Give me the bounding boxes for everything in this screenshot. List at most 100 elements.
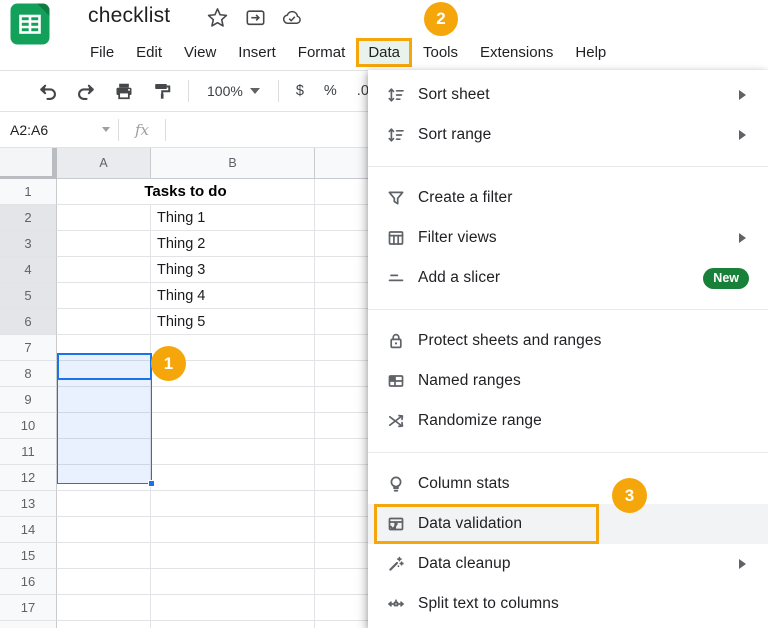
row-header-17[interactable]: 17: [0, 595, 57, 621]
cell[interactable]: [315, 257, 368, 283]
name-box[interactable]: A2:A6: [0, 122, 118, 138]
cell[interactable]: [151, 543, 315, 569]
undo-icon[interactable]: [36, 79, 60, 103]
menu-item-filter-views[interactable]: Filter views: [368, 218, 768, 258]
cell[interactable]: [57, 257, 151, 283]
cell[interactable]: Thing 5: [151, 309, 315, 335]
menu-item-named-ranges[interactable]: Named ranges: [368, 361, 768, 401]
cell[interactable]: Thing 2: [151, 231, 315, 257]
row-header-8[interactable]: 8: [0, 361, 57, 387]
cell[interactable]: [315, 413, 368, 439]
cell[interactable]: [57, 543, 151, 569]
menubar-item-view[interactable]: View: [173, 39, 227, 66]
column-header-A[interactable]: A: [57, 148, 151, 179]
paint-format-icon[interactable]: [150, 79, 174, 103]
cell[interactable]: [315, 231, 368, 257]
cell[interactable]: [57, 491, 151, 517]
cell[interactable]: Thing 4: [151, 283, 315, 309]
cell[interactable]: [151, 413, 315, 439]
cell[interactable]: [151, 387, 315, 413]
redo-icon[interactable]: [74, 79, 98, 103]
menu-item-protect-sheets-and-ranges[interactable]: Protect sheets and ranges: [368, 321, 768, 361]
menu-item-column-stats[interactable]: Column stats: [368, 464, 768, 504]
menu-item-randomize-range[interactable]: Randomize range: [368, 401, 768, 441]
row-header-2[interactable]: 2: [0, 205, 57, 231]
menu-item-create-a-filter[interactable]: Create a filter: [368, 178, 768, 218]
row-header-9[interactable]: 9: [0, 387, 57, 413]
currency-format-button[interactable]: $: [293, 83, 307, 99]
merged-title-cell[interactable]: Tasks to do: [57, 179, 315, 205]
row-header-11[interactable]: 11: [0, 439, 57, 465]
cell[interactable]: [315, 465, 368, 491]
fill-handle[interactable]: [148, 480, 155, 487]
cell[interactable]: [57, 621, 151, 628]
cell[interactable]: [57, 231, 151, 257]
cloud-check-icon[interactable]: [281, 6, 303, 28]
cell[interactable]: Thing 1: [151, 205, 315, 231]
cell[interactable]: [315, 205, 368, 231]
cell[interactable]: [315, 179, 368, 205]
row-header-7[interactable]: 7: [0, 335, 57, 361]
column-header-partial[interactable]: [315, 148, 368, 179]
row-header-5[interactable]: 5: [0, 283, 57, 309]
cell[interactable]: [57, 309, 151, 335]
menu-item-sort-range[interactable]: Sort range: [368, 115, 768, 155]
cell[interactable]: [315, 439, 368, 465]
select-all-corner[interactable]: [0, 148, 57, 179]
cell[interactable]: [151, 517, 315, 543]
cell[interactable]: [315, 517, 368, 543]
print-icon[interactable]: [112, 79, 136, 103]
cell[interactable]: [315, 543, 368, 569]
menu-item-split-text-to-columns[interactable]: Split text to columns: [368, 584, 768, 624]
cell[interactable]: [57, 205, 151, 231]
cell[interactable]: [315, 569, 368, 595]
cell[interactable]: [57, 595, 151, 621]
row-header-10[interactable]: 10: [0, 413, 57, 439]
menubar-item-insert[interactable]: Insert: [227, 39, 287, 66]
menubar-item-format[interactable]: Format: [287, 39, 357, 66]
menubar-item-edit[interactable]: Edit: [125, 39, 173, 66]
cell[interactable]: [57, 569, 151, 595]
name-box-caret-icon[interactable]: [102, 127, 110, 132]
cell[interactable]: [57, 517, 151, 543]
row-header-3[interactable]: 3: [0, 231, 57, 257]
cell[interactable]: [315, 335, 368, 361]
cell[interactable]: [315, 361, 368, 387]
cell[interactable]: [315, 595, 368, 621]
row-header-14[interactable]: 14: [0, 517, 57, 543]
menubar-item-extensions[interactable]: Extensions: [469, 39, 564, 66]
sheets-logo-icon[interactable]: [10, 3, 50, 45]
cell[interactable]: [315, 387, 368, 413]
column-header-B[interactable]: B: [151, 148, 315, 179]
menu-item-add-a-slicer[interactable]: Add a slicer New: [368, 258, 768, 298]
cell[interactable]: [151, 491, 315, 517]
row-header-1[interactable]: 1: [0, 179, 57, 205]
row-header-partial[interactable]: [0, 621, 57, 628]
cell[interactable]: [151, 439, 315, 465]
row-header-4[interactable]: 4: [0, 257, 57, 283]
star-icon[interactable]: [206, 6, 228, 28]
cell[interactable]: [151, 569, 315, 595]
menubar-item-help[interactable]: Help: [564, 39, 617, 66]
cell[interactable]: [57, 283, 151, 309]
menubar-item-data[interactable]: Data: [356, 37, 412, 67]
cell[interactable]: [151, 595, 315, 621]
menubar-item-file[interactable]: File: [79, 39, 125, 66]
cell[interactable]: [315, 491, 368, 517]
cell[interactable]: [151, 621, 315, 628]
row-header-16[interactable]: 16: [0, 569, 57, 595]
cell[interactable]: [315, 283, 368, 309]
menubar-item-tools[interactable]: Tools: [412, 39, 469, 66]
menu-item-sort-sheet[interactable]: Sort sheet: [368, 75, 768, 115]
row-header-15[interactable]: 15: [0, 543, 57, 569]
move-folder-icon[interactable]: [244, 6, 266, 28]
menu-item-data-validation[interactable]: Data validation: [368, 504, 768, 544]
percent-format-button[interactable]: %: [321, 83, 340, 99]
row-header-6[interactable]: 6: [0, 309, 57, 335]
menu-item-data-cleanup[interactable]: Data cleanup: [368, 544, 768, 584]
row-header-12[interactable]: 12: [0, 465, 57, 491]
cell[interactable]: Thing 3: [151, 257, 315, 283]
cell[interactable]: [315, 309, 368, 335]
cell[interactable]: [151, 465, 315, 491]
zoom-select[interactable]: 100%: [203, 83, 264, 99]
